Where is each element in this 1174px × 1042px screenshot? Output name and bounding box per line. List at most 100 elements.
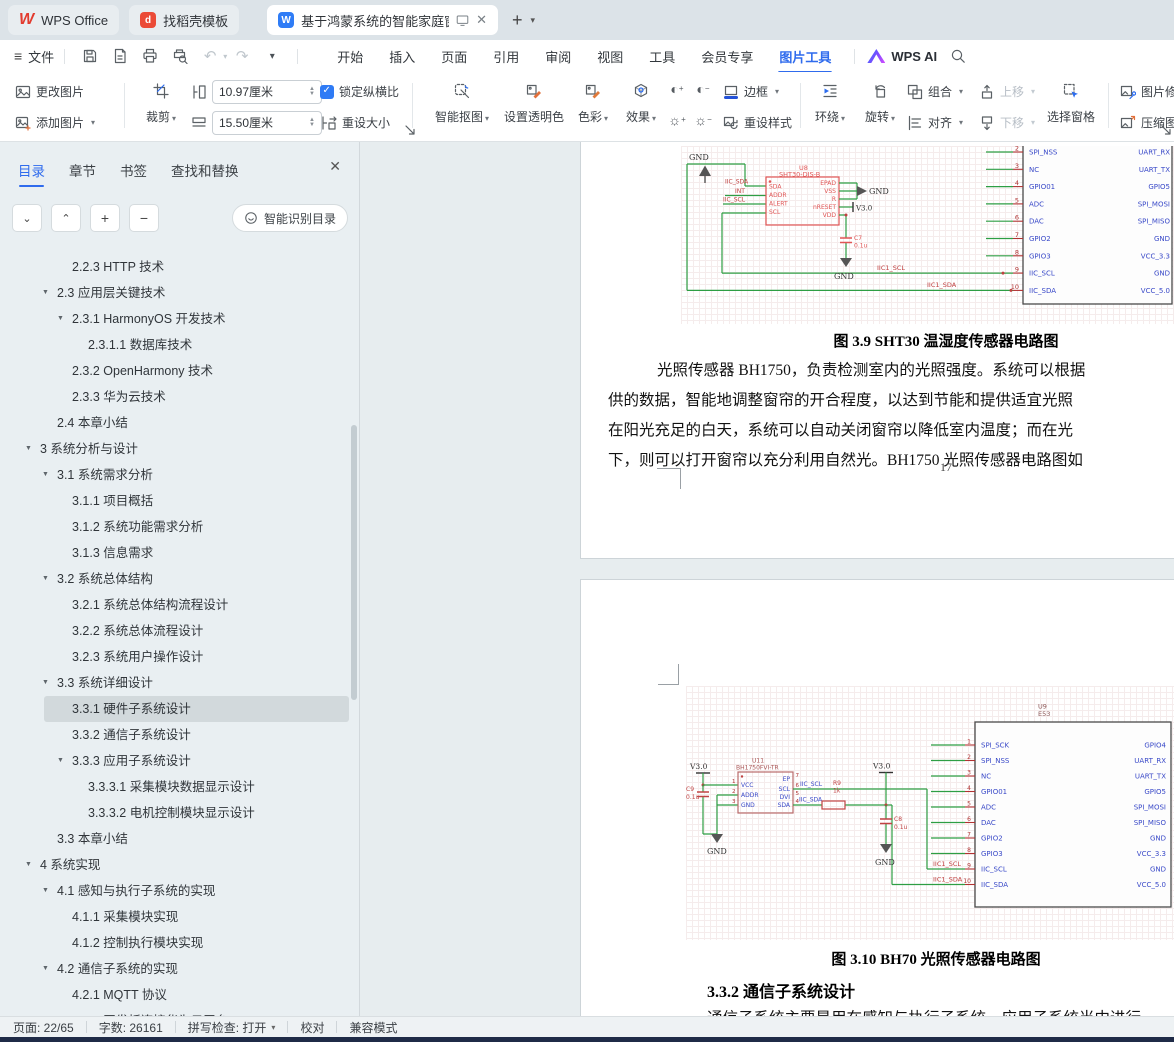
menu-item-picture-tools[interactable]: 图片工具 <box>778 47 833 74</box>
toc-item[interactable]: 3.2.2 系统总体流程设计 <box>0 618 351 644</box>
tab-list-chevron-icon[interactable]: ▾ <box>531 15 536 26</box>
reset-style-button[interactable]: 重设样式 <box>722 110 792 135</box>
close-tab-icon[interactable]: ✕ <box>476 12 487 28</box>
sht30-schematic-figure[interactable]: 2 SPI_NSS UART_RX 3 NC UART_TX 4 GPIO01 GPIO5 5 AD… <box>681 146 1174 324</box>
toc-item[interactable]: ▼ 4.1 感知与执行子系统的实现 <box>0 878 351 904</box>
wrap-button[interactable]: 环绕 ▾ <box>808 79 852 125</box>
group-button[interactable]: 组合 ▾ <box>906 79 963 104</box>
window-mode-icon[interactable] <box>456 14 469 27</box>
menu-item-5[interactable]: 视图 <box>597 47 623 66</box>
reset-size-button[interactable]: 重设大小 <box>320 110 399 135</box>
align-button[interactable]: 对齐 ▾ <box>906 110 963 135</box>
collapse-chevron-icon[interactable]: ▼ <box>25 436 32 462</box>
toc-item[interactable]: ▼ 3 系统分析与设计 <box>0 436 351 462</box>
toc-item[interactable]: ▼ 3.1 系统需求分析 <box>0 462 351 488</box>
color-button[interactable]: 色彩 ▾ <box>570 79 616 125</box>
export-button[interactable] <box>109 47 131 65</box>
toc-item[interactable]: 4.2.1 MQTT 协议 <box>0 982 351 1008</box>
collapse-chevron-icon[interactable]: ▼ <box>42 878 49 904</box>
sidebar-scrollbar[interactable] <box>351 425 357 700</box>
collapse-chevron-icon[interactable]: ▼ <box>42 670 49 696</box>
more-commands-chevron-icon[interactable]: ▾ <box>261 47 283 65</box>
smart-toc-button[interactable]: 智能识别目录 <box>231 204 348 232</box>
menu-item-2[interactable]: 页面 <box>441 47 467 66</box>
nav-tab-3[interactable]: 查找和替换 <box>171 160 239 180</box>
nav-tab-2[interactable]: 书签 <box>120 160 147 180</box>
set-transparent-button[interactable]: 设置透明色 <box>502 79 566 125</box>
height-stepper[interactable]: ▲ ▼ <box>309 86 315 97</box>
print-preview-button[interactable] <box>169 47 191 65</box>
toc-item[interactable]: 3.2.1 系统总体结构流程设计 <box>0 592 351 618</box>
search-icon[interactable] <box>947 47 969 65</box>
toc-item[interactable]: 3.3.3.2 电机控制模块显示设计 <box>0 800 351 826</box>
expand-all-button[interactable]: + <box>90 204 120 232</box>
brightness-up-button[interactable]: ☼+ <box>666 109 688 131</box>
toc-item[interactable]: 2.4 本章小结 <box>0 410 351 436</box>
page-indicator[interactable]: 页面: 22/65 <box>13 1019 74 1036</box>
toc-item[interactable]: 3.1.2 系统功能需求分析 <box>0 514 351 540</box>
toc-item[interactable]: ▼ 2.3 应用层关键技术 <box>0 280 351 306</box>
spellcheck-status[interactable]: 拼写检查: 打开 <box>188 1019 267 1036</box>
toc-item[interactable]: 3.3.1 硬件子系统设计 <box>0 696 351 722</box>
selection-pane-button[interactable]: 选择窗格 <box>1040 79 1102 125</box>
undo-chevron-icon[interactable]: ▾ <box>223 52 227 61</box>
wps-ai-label[interactable]: WPS AI <box>891 49 937 64</box>
toc-item[interactable]: 3.1.3 信息需求 <box>0 540 351 566</box>
expand-down-button[interactable]: ⌄ <box>12 204 42 232</box>
toc-item[interactable]: 3.3.3.1 采集模块数据显示设计 <box>0 774 351 800</box>
save-button[interactable] <box>79 47 101 65</box>
menu-item-6[interactable]: 工具 <box>649 47 675 66</box>
redo-button[interactable]: ↷ <box>231 47 253 65</box>
crop-button[interactable]: 裁剪 ▾ <box>136 79 186 125</box>
rotate-button[interactable]: 旋转 ▾ <box>858 79 902 125</box>
bh1750-schematic-figure[interactable]: U9 E53 1 SPI_SCK GPIO4 2 SPI_NSS UART_RX 3 NC UART… <box>686 686 1174 940</box>
toc-item[interactable]: 3.3 本章小结 <box>0 826 351 852</box>
menu-item-1[interactable]: 插入 <box>389 47 415 66</box>
collapse-chevron-icon[interactable]: ▼ <box>57 748 64 774</box>
collapse-chevron-icon[interactable]: ▼ <box>42 462 49 488</box>
word-count[interactable]: 字数: 26161 <box>99 1019 163 1036</box>
menu-item-0[interactable]: 开始 <box>337 47 363 66</box>
toc-item[interactable]: 4.1.2 控制执行模块实现 <box>0 930 351 956</box>
body-paragraph-partial[interactable]: 通信子系统主要是用在感知与执行子系统，应用子系统当中进行 <box>707 1004 1141 1016</box>
border-button[interactable]: 边框 ▾ <box>722 79 792 104</box>
change-picture-button[interactable]: 更改图片 <box>14 79 95 104</box>
toc-item[interactable]: ▼ 3.3 系统详细设计 <box>0 670 351 696</box>
tab-document[interactable]: W 基于鸿蒙系统的智能家庭窗帘控 ✕ <box>267 5 498 35</box>
collapse-chevron-icon[interactable]: ▼ <box>42 280 49 306</box>
toc-item[interactable]: ▼ 4 系统实现 <box>0 852 351 878</box>
collapse-chevron-icon[interactable]: ▼ <box>42 956 49 982</box>
effects-button[interactable]: 效果 ▾ <box>618 79 664 125</box>
collapse-chevron-icon[interactable]: ▼ <box>57 306 64 332</box>
section-heading[interactable]: 3.3.2 通信子系统设计 <box>707 978 855 1002</box>
toc-item[interactable]: ▼ 3.2 系统总体结构 <box>0 566 351 592</box>
nav-tab-0[interactable]: 目录 <box>18 160 45 187</box>
brightness-down-button[interactable]: ☼− <box>692 109 714 131</box>
print-button[interactable] <box>139 47 161 65</box>
menu-item-7[interactable]: 会员专享 <box>701 47 753 66</box>
collapse-chevron-icon[interactable]: ▼ <box>42 566 49 592</box>
group-expander-icon[interactable] <box>404 124 415 135</box>
toc-item[interactable]: 2.3.3 华为云技术 <box>0 384 351 410</box>
close-pane-icon[interactable]: ✕ <box>329 158 341 175</box>
toc-item[interactable]: 2.3.2 OpenHarmony 技术 <box>0 358 351 384</box>
collapse-chevron-icon[interactable]: ▼ <box>25 852 32 878</box>
picture-repair-button[interactable]: 图片修复 <box>1119 79 1174 104</box>
menu-item-3[interactable]: 引用 <box>493 47 519 66</box>
group-expander-icon[interactable] <box>1160 124 1171 135</box>
lock-aspect-checkbox[interactable]: 锁定纵横比 <box>320 79 399 104</box>
width-stepper[interactable]: ▲ ▼ <box>309 117 315 128</box>
toc-item[interactable]: 4.1.1 采集模块实现 <box>0 904 351 930</box>
undo-button[interactable]: ↶ <box>199 47 221 65</box>
proofread-button[interactable]: 校对 <box>300 1019 324 1036</box>
contrast-down-button[interactable]: ◐− <box>692 78 714 100</box>
tab-wps-office[interactable]: W WPS Office <box>8 5 120 35</box>
toc-item[interactable]: ▼ 2.3.1 HarmonyOS 开发技术 <box>0 306 351 332</box>
menu-item-4[interactable]: 审阅 <box>545 47 571 66</box>
nav-tab-1[interactable]: 章节 <box>69 160 96 180</box>
toc-item[interactable]: 4.2.2 开发板连接华为云平台 <box>0 1008 351 1016</box>
smart-cutout-button[interactable]: 智能抠图 ▾ <box>424 79 500 125</box>
toc-item[interactable]: 2.3.1.1 数据库技术 <box>0 332 351 358</box>
height-field[interactable]: 10.97厘米 ▲ ▼ <box>212 79 322 104</box>
collapse-up-button[interactable]: ⌃ <box>51 204 81 232</box>
